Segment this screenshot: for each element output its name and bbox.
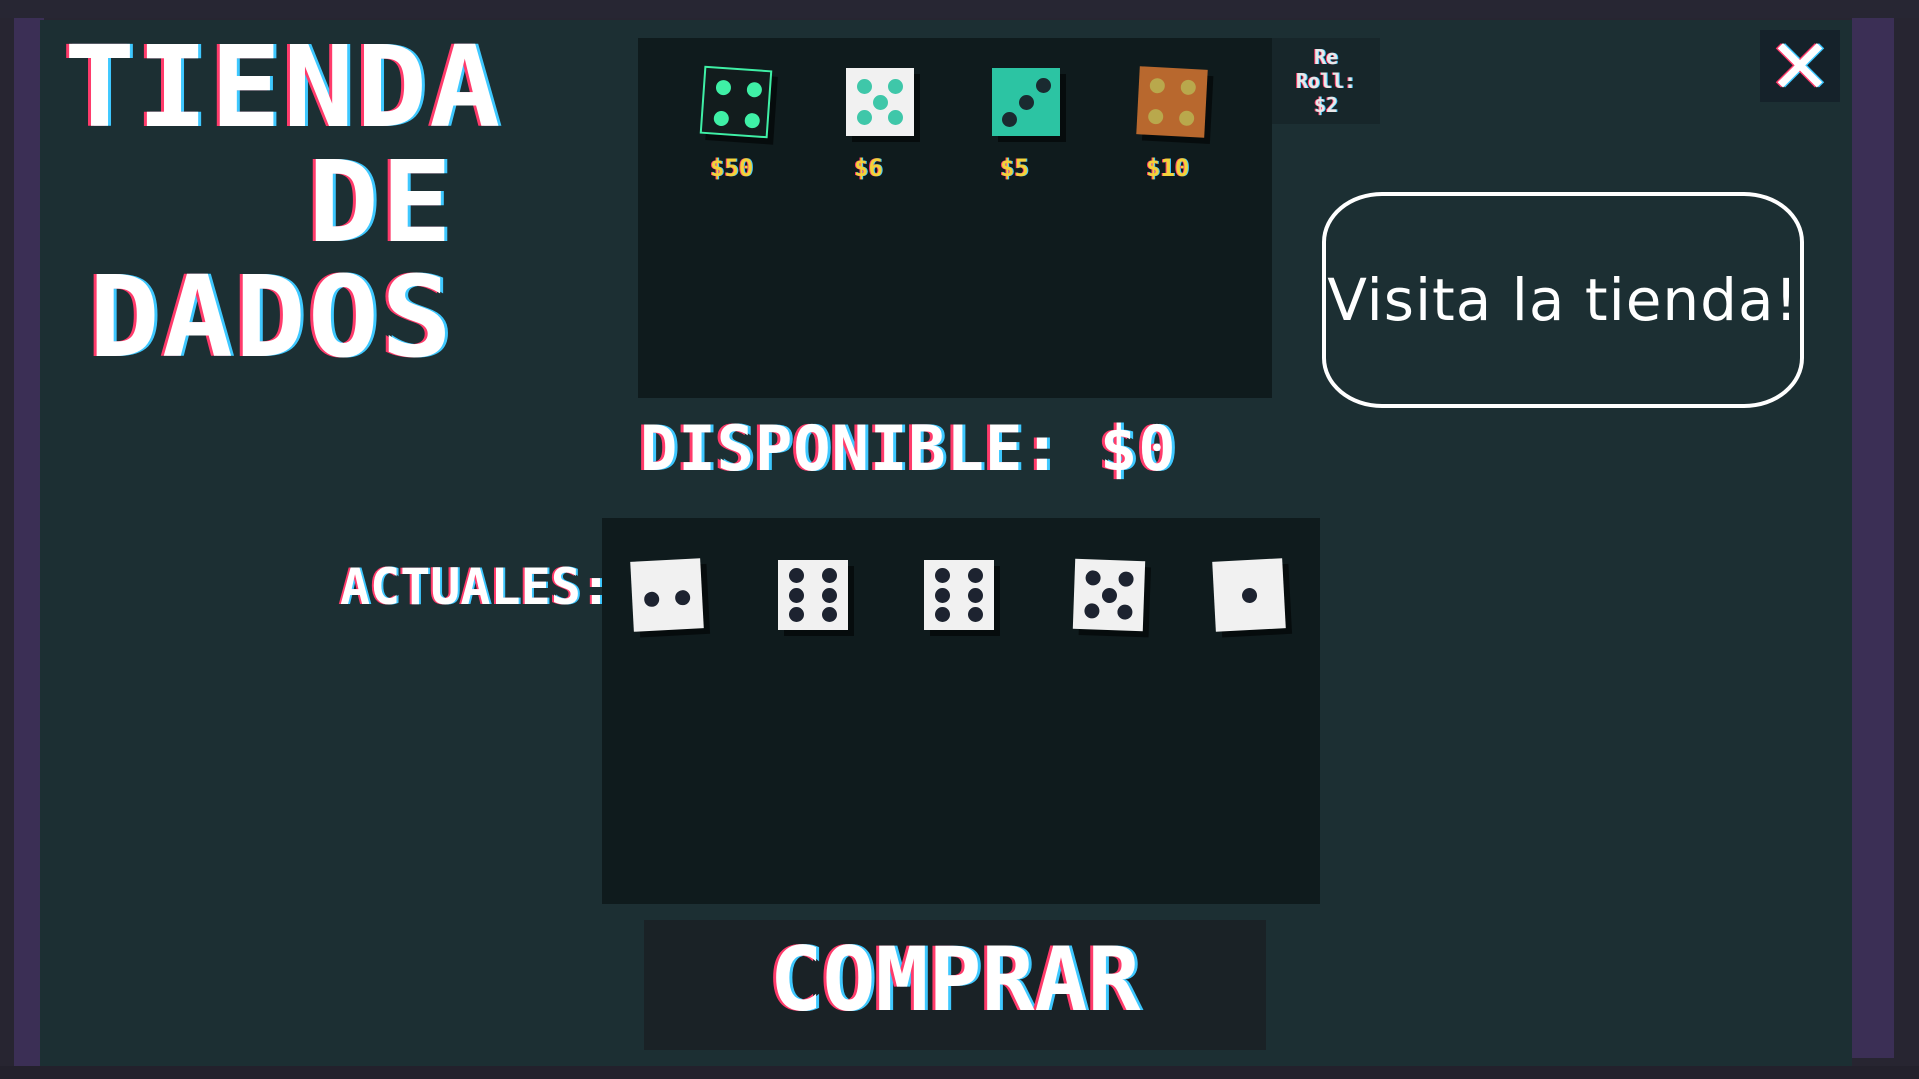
die-pip (1085, 570, 1102, 587)
die-pip (1101, 587, 1117, 603)
die-pip (715, 79, 732, 96)
die-pip (967, 567, 983, 583)
die-pip (789, 607, 805, 623)
owned-dice-label: ACTUALES: (340, 558, 611, 616)
die-pip (1180, 79, 1197, 96)
owned-die[interactable] (1072, 558, 1146, 632)
die-pip (872, 94, 888, 110)
top-border (0, 0, 1919, 18)
owned-die[interactable] (630, 558, 704, 632)
die-pip (967, 607, 983, 623)
shop-die-price: $10 (1146, 154, 1190, 182)
close-button[interactable]: ✕ (1760, 22, 1840, 111)
money-available: DISPONIBLE: $0 (640, 412, 1177, 485)
title-line-1: TIENDA (64, 21, 503, 153)
die-pip (1116, 603, 1133, 620)
die-pip (1178, 110, 1195, 127)
die-pip (789, 567, 805, 583)
shop-die[interactable] (1136, 66, 1208, 138)
die-pip (1035, 77, 1051, 93)
owned-die[interactable] (1212, 558, 1286, 632)
die-pip (821, 567, 837, 583)
reroll-label-1: Re (1313, 45, 1339, 69)
shop-die[interactable] (846, 68, 914, 136)
die-pip (1147, 108, 1164, 125)
die-pip (1149, 77, 1166, 94)
title-line-3: DADOS (88, 251, 454, 383)
die-pip (821, 607, 837, 623)
die-pip (1001, 111, 1017, 127)
speech-bubble: Visita la tienda! (1322, 192, 1804, 408)
die-pip (674, 589, 691, 606)
shop-die[interactable] (699, 65, 773, 139)
shop-die-price: $50 (710, 154, 754, 182)
right-frame (1852, 18, 1894, 1058)
die-pip (967, 587, 983, 603)
title-line-2: DE (307, 136, 454, 268)
die-pip (821, 587, 837, 603)
owned-die[interactable] (924, 560, 994, 630)
die-pip (744, 112, 761, 129)
close-icon: ✕ (1768, 21, 1832, 111)
die-pip (935, 607, 951, 623)
die-pip (1018, 94, 1034, 110)
die-pip (856, 78, 872, 94)
die-pip (935, 567, 951, 583)
die-pip (713, 110, 730, 127)
die-pip (789, 587, 805, 603)
owned-die[interactable] (778, 560, 848, 630)
shop-die-price: $5 (1000, 154, 1029, 182)
reroll-price: $2 (1313, 93, 1339, 117)
die-pip (888, 78, 904, 94)
reroll-label-2: Roll: (1295, 69, 1357, 93)
shop-die-price: $6 (854, 154, 883, 182)
die-pip (1117, 571, 1134, 588)
die-pip (856, 110, 872, 126)
buy-button[interactable]: COMPRAR (644, 920, 1266, 1050)
die-pip (643, 591, 660, 608)
bottom-border (0, 1066, 1919, 1079)
shop-die[interactable] (992, 68, 1060, 136)
speech-text: Visita la tienda! (1327, 266, 1799, 334)
die-pip (888, 110, 904, 126)
game-screen: TIENDA DE DADOS $50 $6 $5 $10 Re Roll: $2 ✕… (0, 0, 1919, 1079)
die-pip (1084, 602, 1101, 619)
die-pip (1241, 587, 1257, 603)
reroll-button[interactable]: Re Roll: $2 (1272, 38, 1380, 124)
die-pip (746, 81, 763, 98)
die-pip (935, 587, 951, 603)
